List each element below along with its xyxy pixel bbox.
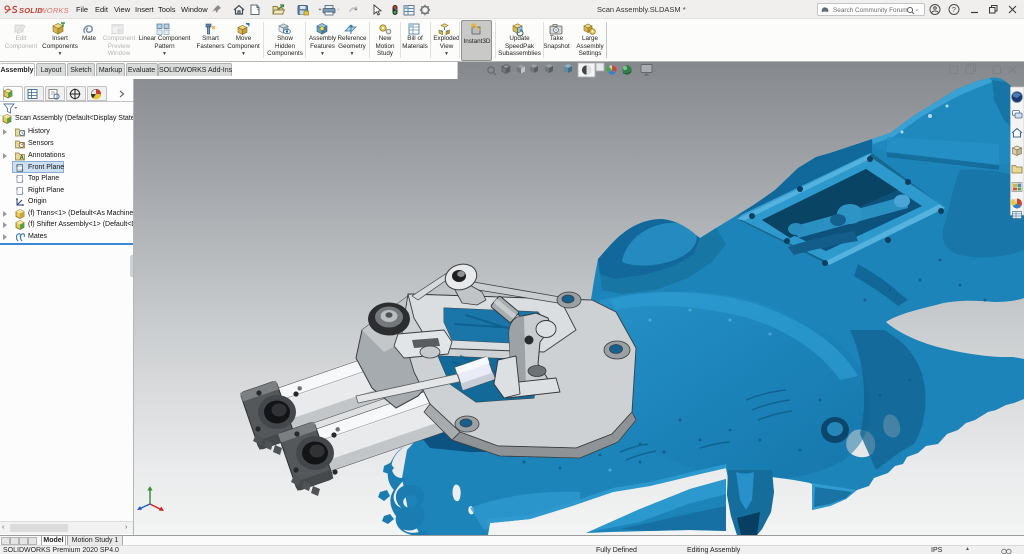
svg-text:A: A [20,155,25,160]
svg-text:?: ? [952,5,956,14]
svg-text:WORKS: WORKS [40,6,69,15]
